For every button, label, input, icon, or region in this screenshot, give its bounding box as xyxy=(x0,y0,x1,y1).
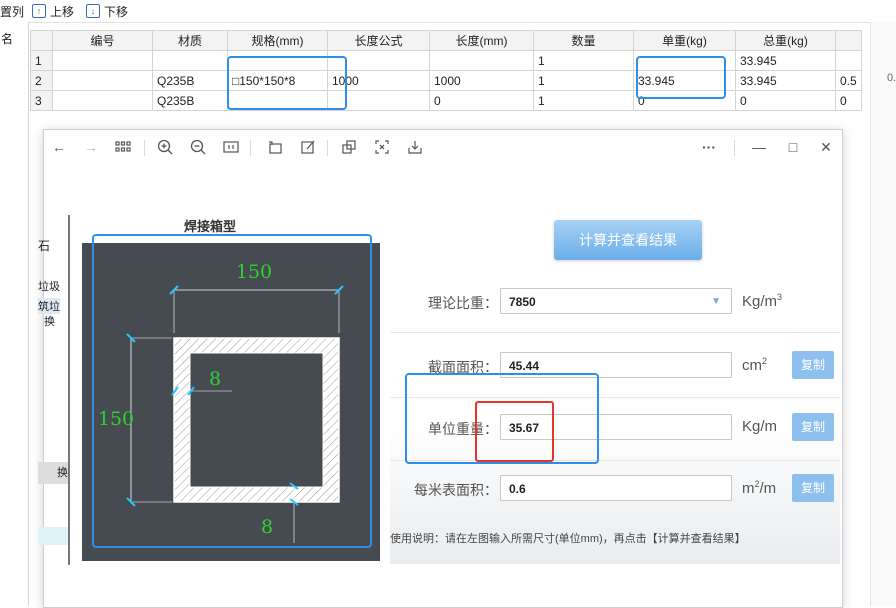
density-value: 7850 xyxy=(509,295,536,309)
grid-cell[interactable]: 33.945 xyxy=(735,50,836,71)
grid-cell[interactable] xyxy=(52,50,153,71)
diagram-highlight xyxy=(92,234,372,548)
grid-cell[interactable]: 1 xyxy=(533,70,634,91)
calculator-toolbar: ← → ··· — □ ✕ xyxy=(44,130,842,166)
density-label: 理论比重： xyxy=(428,295,498,311)
download-icon[interactable] xyxy=(406,138,424,156)
side-stub-text: 垃圾 xyxy=(38,281,60,293)
unit-weight-value-highlight xyxy=(475,401,554,462)
copy-surface-button[interactable]: 复制 xyxy=(792,474,834,502)
back-icon[interactable]: ← xyxy=(50,138,68,156)
row-divider xyxy=(390,332,840,333)
fit-page-icon[interactable] xyxy=(222,138,240,156)
table-row[interactable]: 1 1 33.945 xyxy=(30,50,862,71)
copy-area-button[interactable]: 复制 xyxy=(792,351,834,379)
grid-header-cell[interactable]: 单重(kg) xyxy=(633,30,736,51)
set-column-button[interactable]: 置列 xyxy=(0,3,24,19)
move-up-label: 上移 xyxy=(50,4,75,19)
background-side-panel: 石 垃圾 筑垃 换 换 xyxy=(38,215,70,565)
grid-cell[interactable]: 1 xyxy=(533,90,634,111)
grid-cell[interactable]: Q235B xyxy=(152,90,228,111)
spec-highlight xyxy=(227,56,347,110)
grid-header-row: 编号 材质 规格(mm) 长度公式 长度(mm) 数量 单重(kg) 总重(kg… xyxy=(30,30,862,51)
row-number: 3 xyxy=(30,90,53,111)
copy-unit-weight-button[interactable]: 复制 xyxy=(792,413,834,441)
toolbar-separator xyxy=(144,140,145,156)
material-grid: 编号 材质 规格(mm) 长度公式 长度(mm) 数量 单重(kg) 总重(kg… xyxy=(30,30,862,111)
grid-cell[interactable]: 0 xyxy=(835,90,862,111)
row-number: 2 xyxy=(30,70,53,91)
edit-icon[interactable] xyxy=(299,138,317,156)
right-panel-strip: 0.5 xyxy=(870,22,896,606)
grid-cell[interactable] xyxy=(152,50,228,71)
calculate-button[interactable]: 计算并查看结果 xyxy=(554,220,702,260)
density-select[interactable]: 7850 ▼ xyxy=(500,288,732,314)
grid-cell[interactable]: 1 xyxy=(533,50,634,71)
fullscreen-icon[interactable] xyxy=(373,138,391,156)
toolbar-separator xyxy=(250,140,251,156)
grid-header-cell[interactable]: 长度(mm) xyxy=(429,30,534,51)
toolbar-separator xyxy=(327,140,328,156)
top-toolbar: 置列 ↑ 上移 ↓ 下移 xyxy=(0,0,896,23)
section-calculator-window: ← → ··· — □ ✕ 石 垃圾 筑垃 换 换 焊接箱型 150 150 8… xyxy=(38,129,843,608)
surface-label: 每米表面积： xyxy=(414,482,498,498)
arrow-up-icon: ↑ xyxy=(32,4,46,18)
grid-header-cell[interactable]: 材质 xyxy=(152,30,228,51)
set-column-label: 置列 xyxy=(0,4,25,19)
grid-header-cell[interactable]: 编号 xyxy=(52,30,153,51)
forward-icon[interactable]: → xyxy=(82,138,100,156)
usage-note: 使用说明：请在左图输入所需尺寸(单位mm)，再点击【计算并查看结果】 xyxy=(390,533,746,545)
section-title: 焊接箱型 xyxy=(184,219,237,234)
chevron-down-icon: ▼ xyxy=(711,296,721,307)
move-down-button[interactable]: ↓ 下移 xyxy=(86,3,128,19)
left-column: 名 xyxy=(0,22,29,606)
move-up-button[interactable]: ↑ 上移 xyxy=(32,3,74,19)
surface-unit: m2/m xyxy=(742,479,777,497)
more-options-icon[interactable]: ··· xyxy=(700,138,718,156)
grid-cell[interactable]: 0.5 xyxy=(835,70,862,91)
area-unit: cm2 xyxy=(742,356,768,374)
grid-cell[interactable]: Q235B xyxy=(152,70,228,91)
grid-header-cell xyxy=(835,30,862,51)
side-stub-text: 换 xyxy=(44,316,55,328)
grid-cell[interactable] xyxy=(52,70,153,91)
grid-header-cell xyxy=(30,30,53,51)
grid-cell[interactable]: 33.945 xyxy=(735,70,836,91)
side-stub-text: 筑垃 xyxy=(38,298,60,314)
grid-cell[interactable]: 0 xyxy=(735,90,836,111)
side-stub-button[interactable]: 换 xyxy=(38,462,68,484)
grid-cell[interactable] xyxy=(52,90,153,111)
zoom-out-icon[interactable] xyxy=(189,138,207,156)
side-stub-row xyxy=(38,527,68,545)
grid-cell[interactable]: 1000 xyxy=(429,70,534,91)
arrow-down-icon: ↓ xyxy=(86,4,100,18)
density-unit: Kg/m3 xyxy=(742,292,783,310)
table-row[interactable]: 2 Q235B □150*150*8 1000 1000 1 33.945 33… xyxy=(30,70,862,91)
grid-header-cell[interactable]: 长度公式 xyxy=(327,30,430,51)
grid-cell[interactable] xyxy=(429,50,534,71)
rotate-icon[interactable] xyxy=(266,138,284,156)
toolbar-separator xyxy=(734,140,735,156)
row-number: 1 xyxy=(30,50,53,71)
grid-header-cell[interactable]: 数量 xyxy=(533,30,634,51)
grid-cell[interactable] xyxy=(835,50,862,71)
close-icon[interactable]: ✕ xyxy=(817,138,835,156)
crop-icon[interactable] xyxy=(340,138,358,156)
move-down-label: 下移 xyxy=(104,4,129,19)
right-strip-mark: 0.5 xyxy=(887,72,896,84)
unit-weight-unit: Kg/m xyxy=(742,418,778,435)
surface-field[interactable]: 0.6 xyxy=(500,475,732,501)
grid-view-icon[interactable] xyxy=(114,138,132,156)
grid-header-cell[interactable]: 规格(mm) xyxy=(227,30,328,51)
grid-cell[interactable]: 0 xyxy=(429,90,534,111)
left-column-header: 名 xyxy=(1,32,14,46)
grid-header-cell[interactable]: 总重(kg) xyxy=(735,30,836,51)
maximize-icon[interactable]: □ xyxy=(784,138,802,156)
unit-weight-highlight xyxy=(636,56,726,99)
zoom-in-icon[interactable] xyxy=(156,138,174,156)
table-row[interactable]: 3 Q235B 0 1 0 0 0 xyxy=(30,90,862,111)
minimize-icon[interactable]: — xyxy=(750,138,768,156)
side-stub-text: 石 xyxy=(38,239,51,253)
